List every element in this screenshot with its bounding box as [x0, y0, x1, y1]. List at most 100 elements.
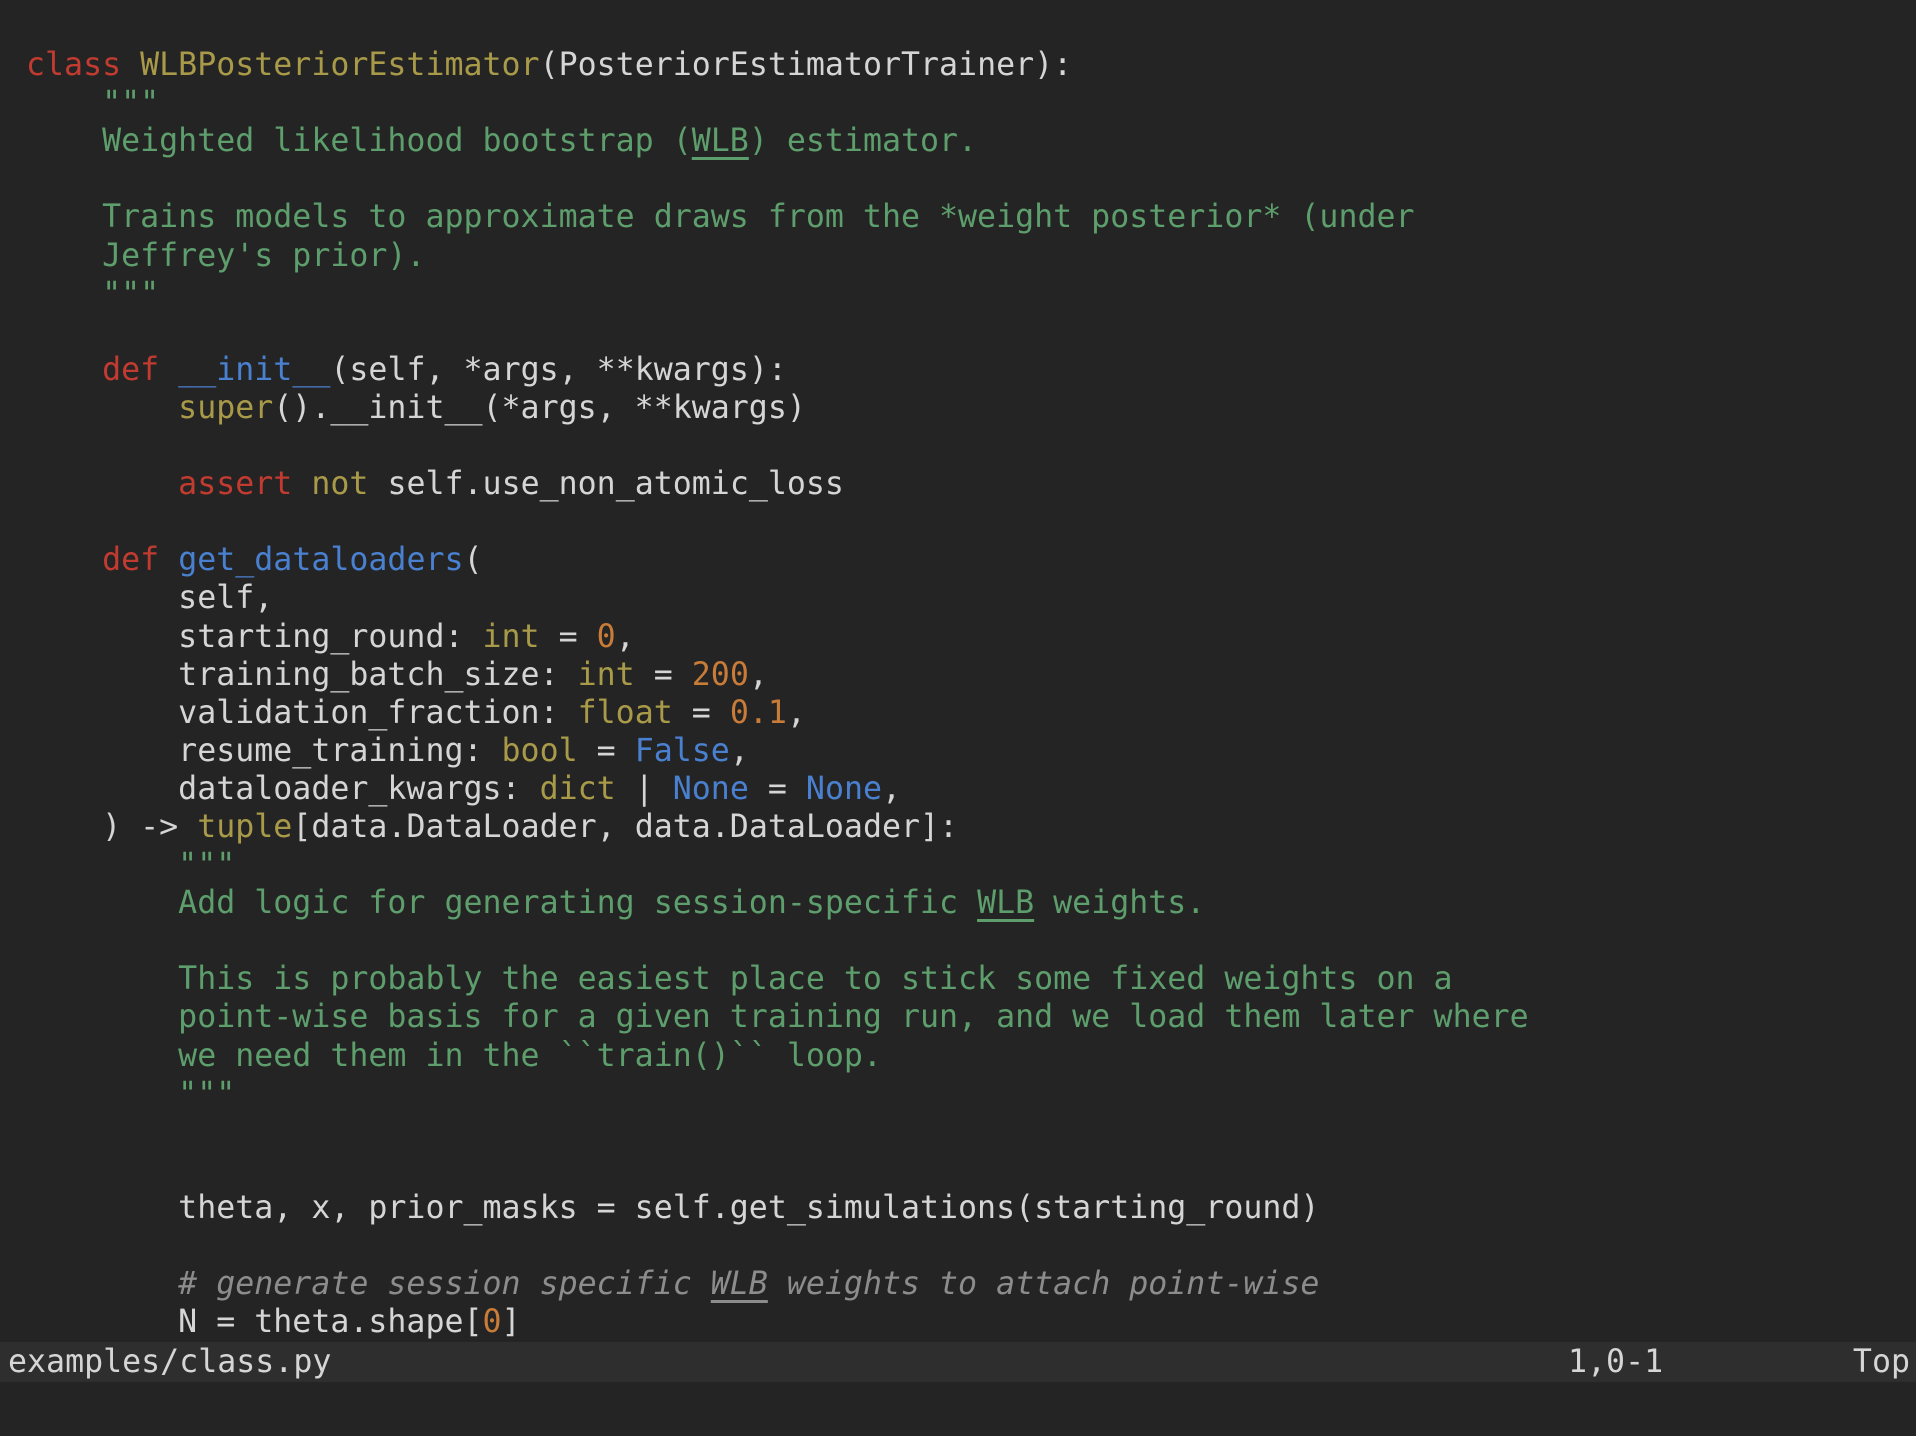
vim-editor-window: class WLBPosteriorEstimator(PosteriorEst… — [0, 0, 1916, 1436]
code-line: validation_fraction: float = 0.1, — [26, 694, 1916, 732]
code-token: dataloader_kwargs: — [26, 771, 540, 807]
code-line: """ — [26, 275, 1916, 313]
code-line: dataloader_kwargs: dict | None = None, — [26, 770, 1916, 808]
code-line: def get_dataloaders( — [26, 541, 1916, 579]
code-line — [26, 503, 1916, 541]
code-line: Jeffrey's prior). — [26, 237, 1916, 275]
code-line: """ — [26, 84, 1916, 122]
code-line: """ — [26, 1075, 1916, 1113]
code-line: self, — [26, 579, 1916, 617]
code-line: # generate session specific WLB weights … — [26, 1265, 1916, 1303]
code-line: super().__init__(*args, **kwargs) — [26, 389, 1916, 427]
code-token: None — [806, 771, 882, 807]
code-token: point-wise basis for a given training ru… — [26, 999, 1529, 1035]
code-token — [159, 352, 178, 388]
code-token: self, — [26, 580, 273, 616]
code-token: ] — [502, 1304, 521, 1340]
code-token: Add logic for generating session-specifi… — [26, 885, 977, 921]
code-token — [26, 352, 102, 388]
code-token: """ — [26, 85, 159, 121]
code-token: training_batch_size: — [26, 657, 578, 693]
code-token: float — [578, 695, 673, 731]
code-token: weights to attach point-wise — [768, 1266, 1320, 1302]
code-token: tuple — [197, 809, 292, 845]
code-line: Add logic for generating session-specifi… — [26, 884, 1916, 922]
code-token: None — [673, 771, 749, 807]
code-token: = — [540, 619, 597, 655]
code-line — [26, 160, 1916, 198]
code-token — [26, 390, 178, 426]
code-token — [159, 542, 178, 578]
command-line-area — [0, 1382, 1916, 1436]
code-line — [26, 1113, 1916, 1151]
code-token: """ — [26, 847, 235, 883]
status-filename: examples/class.py — [8, 1342, 331, 1382]
code-token: int — [578, 657, 635, 693]
code-line: ) -> tuple[data.DataLoader, data.DataLoa… — [26, 808, 1916, 846]
code-token: , — [882, 771, 901, 807]
code-line: assert not self.use_non_atomic_loss — [26, 465, 1916, 503]
code-token: weights. — [1034, 885, 1205, 921]
code-token: # generate session specific — [178, 1266, 711, 1302]
code-token: assert — [178, 466, 292, 502]
code-line: Trains models to approximate draws from … — [26, 198, 1916, 236]
code-token: """ — [26, 276, 159, 312]
code-token: = — [578, 733, 635, 769]
code-line — [26, 1151, 1916, 1189]
code-token: """ — [26, 1076, 235, 1112]
code-token — [26, 1266, 178, 1302]
code-token: __init__ — [178, 352, 330, 388]
code-token: class — [26, 47, 121, 83]
code-token: WLB — [692, 123, 749, 159]
code-line: point-wise basis for a given training ru… — [26, 998, 1916, 1036]
code-token: 0 — [597, 619, 616, 655]
code-token: WLBPosteriorEstimator — [140, 47, 539, 83]
code-line: class WLBPosteriorEstimator(PosteriorEst… — [26, 46, 1916, 84]
code-token: resume_training: — [26, 733, 502, 769]
code-line — [26, 8, 1916, 46]
code-line: def __init__(self, *args, **kwargs): — [26, 351, 1916, 389]
code-token: N = theta.shape[ — [26, 1304, 483, 1340]
code-line — [26, 1227, 1916, 1265]
code-line — [26, 427, 1916, 465]
code-token: WLB — [711, 1266, 768, 1302]
code-line: Weighted likelihood bootstrap (WLB) esti… — [26, 122, 1916, 160]
code-token: def — [102, 542, 159, 578]
code-token: 200 — [692, 657, 749, 693]
code-token: self.use_non_atomic_loss — [368, 466, 844, 502]
code-token — [121, 47, 140, 83]
code-token: 0.1 — [730, 695, 787, 731]
code-token: theta, x, prior_masks = self.get_simulat… — [26, 1190, 1319, 1226]
code-area[interactable]: class WLBPosteriorEstimator(PosteriorEst… — [0, 0, 1916, 1342]
code-token: | — [616, 771, 673, 807]
code-token: False — [635, 733, 730, 769]
code-token: int — [483, 619, 540, 655]
status-scroll-indicator: Top — [1853, 1342, 1910, 1382]
code-token: starting_round: — [26, 619, 483, 655]
code-line — [26, 313, 1916, 351]
code-token: This is probably the easiest place to st… — [26, 961, 1453, 997]
code-line — [26, 922, 1916, 960]
code-token — [26, 466, 178, 502]
code-token: (PosteriorEstimatorTrainer): — [540, 47, 1073, 83]
code-token: bool — [502, 733, 578, 769]
code-token: ) -> — [26, 809, 197, 845]
code-token: WLB — [977, 885, 1034, 921]
code-token: , — [787, 695, 806, 731]
code-token — [26, 542, 102, 578]
code-token: dict — [540, 771, 616, 807]
code-token: , — [730, 733, 749, 769]
code-line: training_batch_size: int = 200, — [26, 656, 1916, 694]
code-token: [data.DataLoader, data.DataLoader]: — [292, 809, 958, 845]
code-line: resume_training: bool = False, — [26, 732, 1916, 770]
code-token: ().__init__(*args, **kwargs) — [273, 390, 806, 426]
code-token: super — [178, 390, 273, 426]
code-token: Jeffrey's prior). — [26, 238, 425, 274]
code-line: This is probably the easiest place to st… — [26, 960, 1916, 998]
code-token: ( — [464, 542, 483, 578]
code-token: def — [102, 352, 159, 388]
code-token: Weighted likelihood bootstrap ( — [26, 123, 692, 159]
code-line: starting_round: int = 0, — [26, 618, 1916, 656]
code-token: validation_fraction: — [26, 695, 578, 731]
code-token: , — [616, 619, 635, 655]
